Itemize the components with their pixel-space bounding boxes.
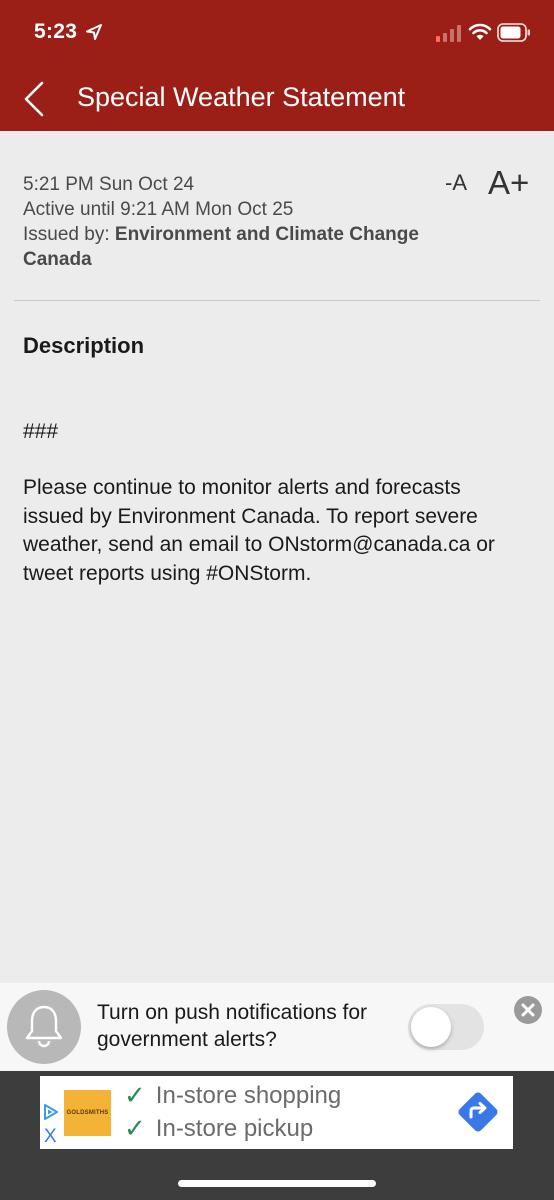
bell-avatar: [7, 990, 81, 1064]
bell-icon: [25, 1005, 63, 1048]
decrease-font-button[interactable]: -A: [445, 170, 467, 196]
issued-by-label: Issued by:: [23, 224, 115, 245]
app-header: 5:23 Special Weather Statement: [0, 0, 554, 131]
signal-icon: [436, 25, 461, 42]
wifi-icon: [468, 23, 492, 40]
push-prompt-text: Turn on push notifications for governmen…: [97, 1001, 368, 1051]
page-title: Special Weather Statement: [77, 82, 406, 112]
issued-by-row: Issued by: Environment and Climate Chang…: [23, 222, 423, 272]
home-indicator[interactable]: [178, 1180, 376, 1187]
check-icon: ✓: [124, 1080, 146, 1110]
location-arrow-icon: [86, 24, 102, 40]
divider: [14, 300, 540, 301]
ad-logo[interactable]: GOLDSMITHS: [64, 1090, 111, 1136]
back-chevron-icon: [24, 81, 44, 117]
ad-line-1-text: In-store shopping: [155, 1081, 342, 1109]
check-icon: ✓: [124, 1113, 146, 1143]
ad-line-2: ✓ In-store pickup: [124, 1113, 313, 1144]
alert-meta: 5:21 PM Sun Oct 24 Active until 9:21 AM …: [23, 172, 423, 272]
directions-icon[interactable]: [457, 1091, 499, 1133]
issued-time: 5:21 PM Sun Oct 24: [23, 174, 195, 195]
push-notifications-toggle[interactable]: [408, 1004, 484, 1050]
ad-line-2-text: In-store pickup: [155, 1114, 314, 1142]
ad-line-1: ✓ In-store shopping: [124, 1080, 341, 1111]
ad-logo-text: GOLDSMITHS: [66, 1110, 109, 1116]
toggle-knob: [411, 1007, 451, 1047]
status-time: 5:23: [34, 20, 78, 43]
description-heading: Description: [23, 333, 145, 358]
battery-icon: [497, 23, 530, 42]
ad-close-button[interactable]: X: [44, 1126, 57, 1148]
active-until: Active until 9:21 AM Mon Oct 25: [23, 199, 294, 220]
close-banner-button[interactable]: [514, 996, 542, 1024]
close-icon: [521, 1003, 535, 1017]
description-marker: ###: [23, 420, 59, 443]
ad-choices-icon[interactable]: [42, 1103, 60, 1121]
description-body: Please continue to monitor alerts and fo…: [23, 476, 495, 585]
increase-font-button[interactable]: A+: [488, 164, 529, 202]
back-button[interactable]: [14, 78, 54, 120]
